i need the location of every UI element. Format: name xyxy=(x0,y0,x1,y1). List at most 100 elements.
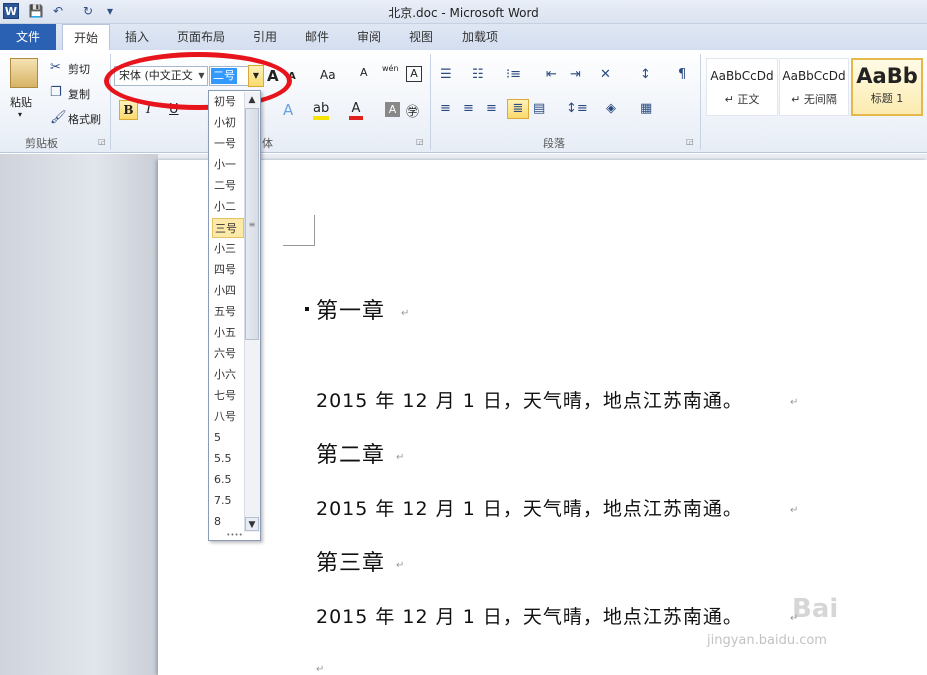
numbering-icon[interactable]: ☷ xyxy=(472,67,484,82)
align-left-icon[interactable]: ≡ xyxy=(440,101,451,116)
paste-button[interactable]: 粘贴 xyxy=(10,94,32,110)
cut-button[interactable]: 剪切 xyxy=(68,61,90,77)
format-painter-button[interactable]: 格式刷 xyxy=(68,111,101,127)
resize-grip-icon[interactable]: •••• xyxy=(209,532,260,540)
font-size-option[interactable]: 小二 xyxy=(212,197,244,217)
font-size-option[interactable]: 五号 xyxy=(212,302,244,322)
paste-icon[interactable] xyxy=(10,58,38,88)
justify-icon[interactable]: ≣ xyxy=(507,99,529,119)
text-effects-icon[interactable]: A xyxy=(283,101,293,119)
window-title: 北京.doc - Microsoft Word xyxy=(388,6,539,20)
font-size-option[interactable]: 初号 xyxy=(212,92,244,112)
line-spacing-icon[interactable]: ↕≡ xyxy=(566,101,588,116)
font-size-option[interactable]: 小三 xyxy=(212,239,244,259)
tab-mailings[interactable]: 邮件 xyxy=(296,24,338,50)
body-line-1[interactable]: 2015 年 12 月 1 日，天气晴，地点江苏南通。 xyxy=(316,386,743,413)
font-size-option[interactable]: 二号 xyxy=(212,176,244,196)
watermark-brand: Bai xyxy=(792,594,839,624)
tab-review[interactable]: 审阅 xyxy=(348,24,390,50)
paragraph-mark: ↵ xyxy=(316,664,325,675)
align-center-icon[interactable]: ≡ xyxy=(463,101,474,116)
scissors-icon: ✂ xyxy=(50,60,61,75)
body-line-2[interactable]: 2015 年 12 月 1 日，天气晴，地点江苏南通。 xyxy=(316,494,743,521)
font-size-option[interactable]: 小初 xyxy=(212,113,244,133)
tab-home[interactable]: 开始 xyxy=(62,24,110,51)
style-sample: AaBbCcDd xyxy=(710,69,774,83)
tab-addins[interactable]: 加载项 xyxy=(452,24,508,50)
heading-chapter-3[interactable]: 第三章 xyxy=(316,545,385,577)
style-heading-1[interactable]: AaBb 标题 1 xyxy=(851,58,923,116)
style-normal[interactable]: AaBbCcDd ↵ 正文 xyxy=(706,58,778,116)
group-separator xyxy=(700,54,701,150)
style-name: ↵ 正文 xyxy=(724,93,760,106)
tab-view[interactable]: 视图 xyxy=(400,24,442,50)
clipboard-launcher-icon[interactable]: ◲ xyxy=(98,137,106,146)
paragraph-mark: ↵ xyxy=(790,397,799,408)
paragraph-mark: ↵ xyxy=(790,505,799,516)
distributed-icon[interactable]: ▤ xyxy=(533,101,545,116)
tab-insert[interactable]: 插入 xyxy=(115,24,159,50)
thumb-grip-icon: ≡ xyxy=(248,220,256,229)
borders-icon[interactable]: ▦ xyxy=(640,101,652,116)
highlight-color-icon[interactable]: ab xyxy=(313,101,330,120)
font-size-option[interactable]: 四号 xyxy=(212,260,244,280)
tab-references[interactable]: 引用 xyxy=(244,24,286,50)
style-sample: AaBbCcDd xyxy=(782,69,846,83)
font-size-option[interactable]: 一号 xyxy=(212,134,244,154)
character-shading-icon[interactable]: A xyxy=(385,102,400,117)
heading-chapter-2[interactable]: 第二章 xyxy=(316,437,385,469)
enclose-characters-icon[interactable]: ㊫ xyxy=(406,101,419,120)
paragraph-launcher-icon[interactable]: ◲ xyxy=(686,137,694,146)
body-line-3[interactable]: 2015 年 12 月 1 日，天气晴，地点江苏南通。 xyxy=(316,602,743,629)
copy-icon: ❐ xyxy=(50,85,62,100)
decrease-indent-icon[interactable]: ⇤ xyxy=(546,67,557,82)
bold-button[interactable]: B xyxy=(119,100,138,120)
style-sample: AaBb xyxy=(856,64,918,88)
style-name: ↵ 无间隔 xyxy=(791,93,837,106)
font-size-option[interactable]: 7.5 xyxy=(212,491,244,511)
paste-options-chevron-icon[interactable]: ▾ xyxy=(18,110,22,119)
clear-formatting-icon[interactable]: A xyxy=(360,66,368,79)
font-group-label: 体 xyxy=(262,137,273,150)
align-right-icon[interactable]: ≡ xyxy=(486,101,497,116)
multilevel-list-icon[interactable]: ⁝≡ xyxy=(506,67,521,82)
font-size-option[interactable]: 小一 xyxy=(212,155,244,175)
font-size-option[interactable]: 六号 xyxy=(212,344,244,364)
scroll-down-icon[interactable]: ▼ xyxy=(245,517,259,531)
change-case-icon[interactable]: Aa xyxy=(320,68,336,82)
font-size-option[interactable]: 小六 xyxy=(212,365,244,385)
heading-bullet-marker xyxy=(305,307,309,311)
font-size-option[interactable]: 八号 xyxy=(212,407,244,427)
increase-indent-icon[interactable]: ⇥ xyxy=(570,67,581,82)
paragraph-mark: ↵ xyxy=(401,308,410,319)
font-size-option[interactable]: 三号 xyxy=(212,218,244,238)
paragraph-group-label: 段落 xyxy=(543,137,565,150)
font-size-option[interactable]: 5.5 xyxy=(212,449,244,469)
font-size-option[interactable]: 小四 xyxy=(212,281,244,301)
heading-chapter-1[interactable]: 第一章 xyxy=(316,293,385,325)
copy-button[interactable]: 复制 xyxy=(68,86,90,102)
tab-page-layout[interactable]: 页面布局 xyxy=(166,24,236,50)
show-marks-icon[interactable]: ¶ xyxy=(678,67,686,82)
font-size-option[interactable]: 6.5 xyxy=(212,470,244,490)
font-size-option[interactable]: 小五 xyxy=(212,323,244,343)
font-size-option[interactable]: 8 xyxy=(212,512,244,532)
margin-corner-mark xyxy=(283,215,315,246)
character-border-icon[interactable]: A xyxy=(406,66,422,82)
style-no-spacing[interactable]: AaBbCcDd ↵ 无间隔 xyxy=(779,58,849,116)
paragraph-mark: ↵ xyxy=(396,452,405,463)
phonetic-guide-icon[interactable]: wén xyxy=(382,64,399,73)
sort-icon[interactable]: ↕ xyxy=(640,67,651,82)
scroll-up-icon[interactable]: ▲ xyxy=(245,93,259,107)
annotation-ellipse xyxy=(104,52,292,110)
font-launcher-icon[interactable]: ◲ xyxy=(416,137,424,146)
asian-layout-icon[interactable]: ✕ xyxy=(600,67,611,82)
bullets-icon[interactable]: ☰ xyxy=(440,67,452,82)
shading-icon[interactable]: ◈ xyxy=(606,101,616,116)
font-size-option[interactable]: 七号 xyxy=(212,386,244,406)
style-name: 标题 1 xyxy=(870,92,904,105)
file-tab[interactable]: 文件 xyxy=(0,24,56,50)
font-size-option[interactable]: 5 xyxy=(212,428,244,448)
paragraph-mark: ↵ xyxy=(396,560,405,571)
font-color-icon[interactable]: A xyxy=(349,101,363,120)
